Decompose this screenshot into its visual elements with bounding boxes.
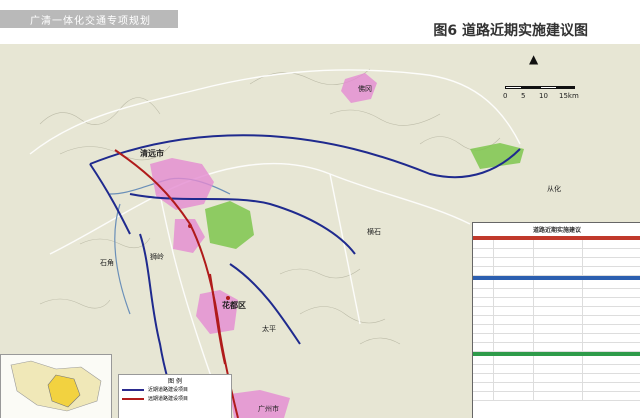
- table-row: [473, 392, 640, 401]
- table-row: [473, 365, 640, 374]
- figure-title: 图6 道路近期实施建议图: [433, 23, 588, 39]
- table-row: [473, 249, 640, 258]
- project-table-panel[interactable]: 道路近期实施建议: [472, 222, 640, 418]
- header-bar: 广清一体化交通专项规划 图6 道路近期实施建议图: [0, 0, 640, 44]
- table-row: [473, 280, 640, 289]
- place-label-shijiao: 石角: [100, 259, 114, 267]
- scale-tick-15km: 15km: [559, 92, 579, 100]
- table-row: [473, 258, 640, 267]
- scale-tick-5: 5: [521, 92, 526, 100]
- table-row: [473, 267, 640, 276]
- table-row: [473, 325, 640, 334]
- legend-swatch-long: [122, 397, 144, 400]
- map-legend: 图 例 近期道路建设项目 远期道路建设项目: [118, 374, 232, 418]
- header-ribbon-text: 广清一体化交通专项规划: [30, 16, 151, 27]
- legend-title: 图 例: [168, 378, 182, 385]
- location-inset-map: [0, 354, 112, 418]
- table-row: [473, 316, 640, 325]
- table-row: [473, 334, 640, 343]
- north-arrow-icon: ▲: [529, 52, 539, 66]
- place-label-conghua: 从化: [547, 185, 561, 193]
- table-row: [473, 374, 640, 383]
- scale-tick-10: 10: [539, 92, 548, 100]
- scale-tick-0: 0: [503, 92, 508, 100]
- table-row: [473, 383, 640, 392]
- table-row: [473, 240, 640, 249]
- table-row: [473, 343, 640, 352]
- place-label-hengshi: 横石: [367, 228, 381, 236]
- place-label-shiling: 狮岭: [150, 253, 164, 261]
- place-label-guangzhou: 广州市: [258, 405, 279, 413]
- legend-row-long: 远期道路建设项目: [119, 394, 231, 403]
- map-area[interactable]: 清远市 佛冈 横石 石角 花都区 广州市 从化 狮岭 太平 ▲ 0 5 10 1…: [0, 44, 640, 418]
- place-label-fogang: 佛冈: [358, 85, 372, 93]
- legend-row-near: 近期道路建设项目: [119, 385, 231, 394]
- place-label-taiping: 太平: [262, 325, 276, 333]
- table-row: [473, 307, 640, 316]
- table-row: [473, 298, 640, 307]
- place-label-qingyuan: 清远市: [140, 149, 164, 158]
- legend-label-long: 远期道路建设项目: [148, 396, 189, 402]
- inset-svg: [10, 360, 102, 412]
- table-title: 道路近期实施建议: [532, 227, 581, 234]
- legend-swatch-near: [122, 388, 144, 391]
- table-row: [473, 356, 640, 365]
- legend-label-near: 近期道路建设项目: [148, 387, 189, 393]
- place-label-huadu: 花都区: [222, 301, 246, 310]
- table-row: [473, 289, 640, 298]
